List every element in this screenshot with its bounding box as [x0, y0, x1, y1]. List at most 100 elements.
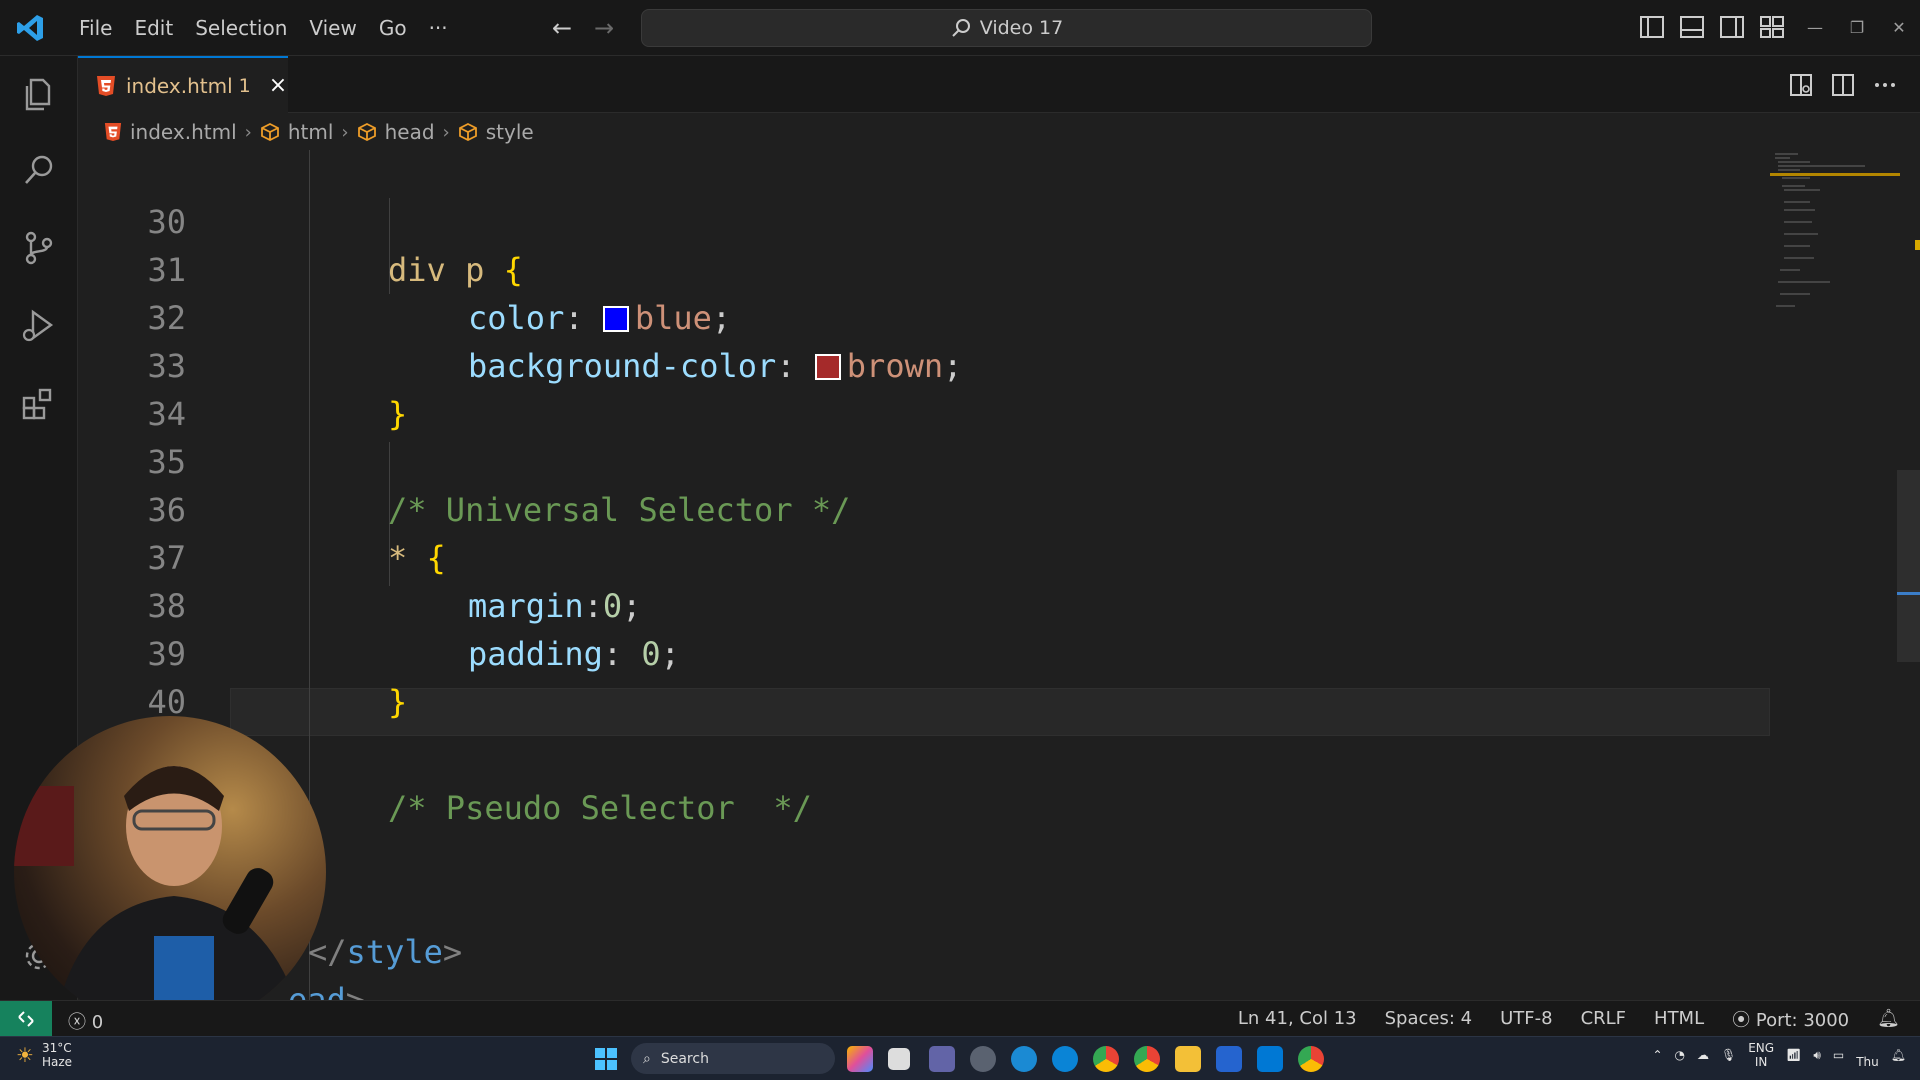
network-icon[interactable]: ◔ [1675, 1048, 1685, 1062]
symbol-element-icon [260, 122, 279, 142]
split-editor-icon[interactable] [1830, 72, 1856, 98]
code-editor[interactable]: 30 div p { 31 color: blue; 32 background… [78, 150, 1920, 1000]
source-control-icon[interactable] [19, 228, 59, 268]
command-center[interactable]: Video 17 [641, 9, 1372, 47]
problems-count: 0 [91, 1012, 104, 1033]
code-line-37: 37 margin:0; [78, 486, 1778, 625]
code-line-41: 41 /* Pseudo Selector */ [78, 688, 1778, 827]
breadcrumb: index.html › html › head › style [104, 114, 534, 150]
settings-app-icon[interactable] [970, 1046, 996, 1072]
menu-go[interactable]: Go [368, 0, 418, 56]
code-line-head-close: ead> [78, 928, 1778, 1000]
onedrive-icon[interactable]: ☁ [1697, 1048, 1709, 1062]
command-center-label: Video 17 [979, 17, 1064, 39]
menu-selection[interactable]: Selection [184, 0, 298, 56]
menu-more[interactable]: ··· [418, 0, 459, 56]
chevron-right-icon: › [442, 121, 450, 143]
chrome-profile-icon[interactable] [1134, 1046, 1160, 1072]
search-icon [952, 19, 970, 37]
code-line-30: 30 div p { [78, 150, 1778, 289]
code-line-35: 35 /* Universal Selector */ [78, 390, 1778, 529]
menu-view[interactable]: View [298, 0, 367, 56]
tab-index-html[interactable]: index.html 1 × [78, 56, 288, 113]
chevron-right-icon: › [341, 121, 349, 143]
end-of-line[interactable]: CRLF [1581, 1008, 1626, 1029]
code-line-36: 36 * { [78, 438, 1778, 577]
tab-close-icon[interactable]: × [269, 73, 287, 98]
toggle-panel-icon[interactable] [1679, 14, 1705, 40]
remote-indicator[interactable] [0, 1001, 52, 1036]
file-explorer-icon[interactable] [1175, 1046, 1201, 1072]
forward-arrow-icon[interactable]: → [594, 14, 614, 42]
indentation[interactable]: Spaces: 4 [1385, 1008, 1472, 1029]
tab-label: index.html [126, 73, 233, 98]
teams-icon[interactable] [929, 1046, 955, 1072]
code-line-40: 40 [78, 630, 1778, 721]
wifi-icon[interactable]: 📶︎ [1786, 1048, 1801, 1062]
breadcrumb-html[interactable]: html [288, 120, 334, 144]
html5-file-icon [97, 75, 115, 96]
toggle-primary-sidebar-icon[interactable] [1639, 14, 1665, 40]
symbol-element-icon [357, 122, 376, 142]
breadcrumb-head[interactable]: head [385, 120, 435, 144]
encoding[interactable]: UTF-8 [1500, 1008, 1552, 1029]
menu-file[interactable]: File [68, 0, 123, 56]
extensions-icon[interactable] [19, 384, 59, 424]
remote-icon [18, 1010, 34, 1027]
scrollbar-cursor-marker [1897, 592, 1920, 595]
notification-bell-icon[interactable]: 🔔︎ [1891, 1048, 1906, 1062]
chevron-up-icon[interactable]: ⌃ [1652, 1048, 1662, 1062]
webcam-overlay [14, 716, 326, 1028]
window-controls: — ❐ ✕ [1794, 0, 1920, 56]
editor-actions [1788, 72, 1898, 98]
search-icon[interactable] [19, 150, 59, 190]
restore-icon[interactable]: ❐ [1836, 0, 1878, 56]
todo-icon[interactable] [1216, 1046, 1242, 1072]
microphone-icon[interactable]: 🎙︎ [1721, 1048, 1736, 1062]
volume-icon[interactable]: 🔊︎ [1813, 1048, 1821, 1063]
task-view-icon[interactable] [888, 1048, 910, 1070]
edge-icon[interactable] [1011, 1046, 1037, 1072]
run-debug-icon[interactable] [19, 306, 59, 346]
language-mode[interactable]: HTML [1654, 1008, 1704, 1029]
clock[interactable]: Thu [1856, 1041, 1879, 1069]
breadcrumb-file[interactable]: index.html [130, 120, 237, 144]
weather-widget[interactable]: ☀ 31°C Haze [16, 1041, 72, 1069]
close-window-icon[interactable]: ✕ [1878, 0, 1920, 56]
live-server-port[interactable]: ⦿ Port: 3000 [1732, 1006, 1849, 1032]
notifications-bell-icon[interactable]: 🔔︎ [1877, 1008, 1900, 1029]
html5-file-icon [104, 123, 122, 141]
taskbar-search-label: Search [660, 1050, 709, 1067]
back-arrow-icon[interactable]: ← [552, 14, 572, 42]
menu-edit[interactable]: Edit [123, 0, 184, 56]
problems-indicator[interactable]: ⓧ 0 [68, 1008, 103, 1034]
explorer-icon[interactable] [19, 74, 59, 114]
chrome-canary-icon[interactable] [1298, 1046, 1324, 1072]
toggle-secondary-sidebar-icon[interactable] [1719, 14, 1745, 40]
minimize-icon[interactable]: — [1794, 0, 1836, 56]
breadcrumb-style[interactable]: style [486, 120, 534, 144]
taskbar-search[interactable]: ⌕ Search [631, 1043, 835, 1074]
copilot-icon[interactable] [847, 1046, 873, 1072]
customize-layout-icon[interactable] [1759, 14, 1785, 40]
windows-start-icon[interactable] [594, 1047, 618, 1071]
chrome-icon[interactable] [1093, 1046, 1119, 1072]
chevron-right-icon: › [244, 121, 252, 143]
skype-icon[interactable] [1052, 1046, 1078, 1072]
vertical-scrollbar[interactable] [1897, 470, 1920, 662]
tab-bar: index.html 1 × [78, 56, 1920, 113]
layout-controls [1639, 14, 1785, 40]
cursor-position[interactable]: Ln 41, Col 13 [1238, 1008, 1357, 1029]
status-bar: ⓧ 0 Ln 41, Col 13 Spaces: 4 UTF-8 CRLF H… [0, 1000, 1920, 1036]
presenter-image [14, 766, 304, 1028]
vscode-logo-icon [17, 15, 43, 41]
system-tray: ⌃ ◔ ☁ 🎙︎ ENG IN 📶︎ 🔊︎ ▭ Thu 🔔︎ [1652, 1041, 1906, 1069]
vscode-taskbar-icon[interactable] [1257, 1046, 1283, 1072]
battery-icon[interactable]: ▭ [1833, 1048, 1844, 1062]
code-line-style-close: </style> [78, 880, 1778, 971]
open-preview-icon[interactable] [1788, 72, 1814, 98]
language-indicator[interactable]: ENG IN [1748, 1041, 1774, 1069]
minimap[interactable] [1770, 150, 1900, 330]
more-actions-icon[interactable] [1872, 72, 1898, 98]
symbol-element-icon [458, 122, 477, 142]
